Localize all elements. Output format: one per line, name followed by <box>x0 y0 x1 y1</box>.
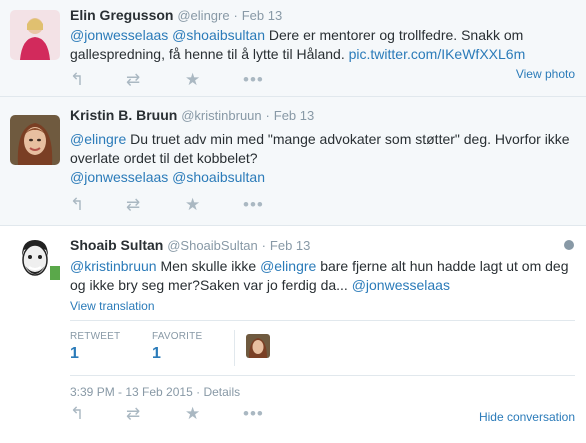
tweet-header: Elin Gregusson @elingre · Feb 13 <box>70 7 282 23</box>
tweet-text-segment[interactable]: @elingre <box>260 258 316 274</box>
tweet-kristin-bruun[interactable]: Kristin B. Bruun @kristinbruun · Feb 13 … <box>0 97 586 226</box>
user-handle[interactable]: @ShoaibSultan <box>167 238 258 253</box>
tweet-text-segment[interactable]: pic.twitter.com/IKeWfXXL6m <box>349 46 526 62</box>
retweet-stat-label: RETWEET <box>70 331 121 342</box>
more-icon[interactable]: ••• <box>243 70 264 90</box>
tweet-text-segment: Du truet adv min med "mange advokater so… <box>70 131 570 166</box>
view-photo-link[interactable]: View photo <box>516 67 575 81</box>
tweet-header: Kristin B. Bruun @kristinbruun · Feb 13 <box>70 107 314 123</box>
tweet-header: Shoaib Sultan @ShoaibSultan · Feb 13 <box>70 237 310 253</box>
retweet-icon[interactable]: ⇄ <box>126 70 140 90</box>
star-icon[interactable]: ★ <box>185 70 200 90</box>
avatar[interactable] <box>10 115 60 165</box>
retweet-icon[interactable]: ⇄ <box>126 404 140 424</box>
retweet-icon[interactable]: ⇄ <box>126 195 140 215</box>
tweet-text: @elingre Du truet adv min med "mange adv… <box>70 130 575 168</box>
user-name[interactable]: Shoaib Sultan <box>70 237 163 253</box>
tweet-date[interactable]: Feb 13 <box>274 108 314 123</box>
tweet-elin-gregusson[interactable]: Elin Gregusson @elingre · Feb 13 @jonwes… <box>0 0 586 97</box>
hide-conversation-link[interactable]: Hide conversation <box>479 410 575 424</box>
details-link[interactable]: Details <box>203 385 240 399</box>
separator-dot: · <box>261 238 267 253</box>
tweet-date[interactable]: Feb 13 <box>242 8 282 23</box>
tweet-text-segment[interactable]: @elingre <box>70 131 126 147</box>
tweet-meta: 3:39 PM - 13 Feb 2015 · Details <box>70 385 240 399</box>
tweet-text-segment[interactable]: @jonwesselaas <box>352 277 450 293</box>
star-icon[interactable]: ★ <box>185 195 200 215</box>
tweet-text-segment[interactable]: @jonwesselaas <box>70 27 168 43</box>
timestamp[interactable]: 3:39 PM - 13 Feb 2015 <box>70 385 193 399</box>
divider <box>70 320 575 321</box>
favoriter-avatar[interactable] <box>246 334 270 358</box>
more-icon[interactable]: ••• <box>243 195 264 215</box>
tweet-text: @jonwesselaas @shoaibsultan Dere er ment… <box>70 26 575 64</box>
separator-dot: · <box>265 108 270 123</box>
reply-icon[interactable]: ↰ <box>70 195 84 215</box>
retweet-count[interactable]: 1 <box>70 345 79 363</box>
star-icon[interactable]: ★ <box>185 404 200 424</box>
view-translation-link[interactable]: View translation <box>70 299 155 313</box>
more-icon[interactable]: ••• <box>243 404 264 424</box>
separator-dot: · <box>196 385 201 399</box>
user-name[interactable]: Kristin B. Bruun <box>70 107 177 123</box>
tweet-shoaib-sultan[interactable]: Shoaib Sultan @ShoaibSultan · Feb 13 @kr… <box>0 226 586 443</box>
tweet-text: @kristinbruun Men skulle ikke @elingre b… <box>70 257 575 295</box>
avatar[interactable] <box>10 10 60 60</box>
tweet-date[interactable]: Feb 13 <box>270 238 310 253</box>
favorite-count[interactable]: 1 <box>152 345 161 363</box>
mentions-line[interactable]: @jonwesselaas @shoaibsultan <box>70 168 575 187</box>
tweet-text-segment[interactable]: @kristinbruun <box>70 258 157 274</box>
globe-icon <box>564 240 574 250</box>
user-name[interactable]: Elin Gregusson <box>70 7 173 23</box>
reply-icon[interactable]: ↰ <box>70 404 84 424</box>
avatar[interactable] <box>10 236 60 286</box>
user-handle[interactable]: @kristinbruun <box>181 108 261 123</box>
tweet-text-segment: Men skulle ikke <box>156 258 261 274</box>
favorite-stat-label: FAVORITE <box>152 331 203 342</box>
divider <box>70 375 575 376</box>
separator-dot: · <box>233 8 238 23</box>
tweet-text-segment[interactable]: @shoaibsultan <box>172 27 265 43</box>
reply-icon[interactable]: ↰ <box>70 70 84 90</box>
user-handle[interactable]: @elingre <box>177 8 229 23</box>
stat-separator <box>234 330 235 366</box>
